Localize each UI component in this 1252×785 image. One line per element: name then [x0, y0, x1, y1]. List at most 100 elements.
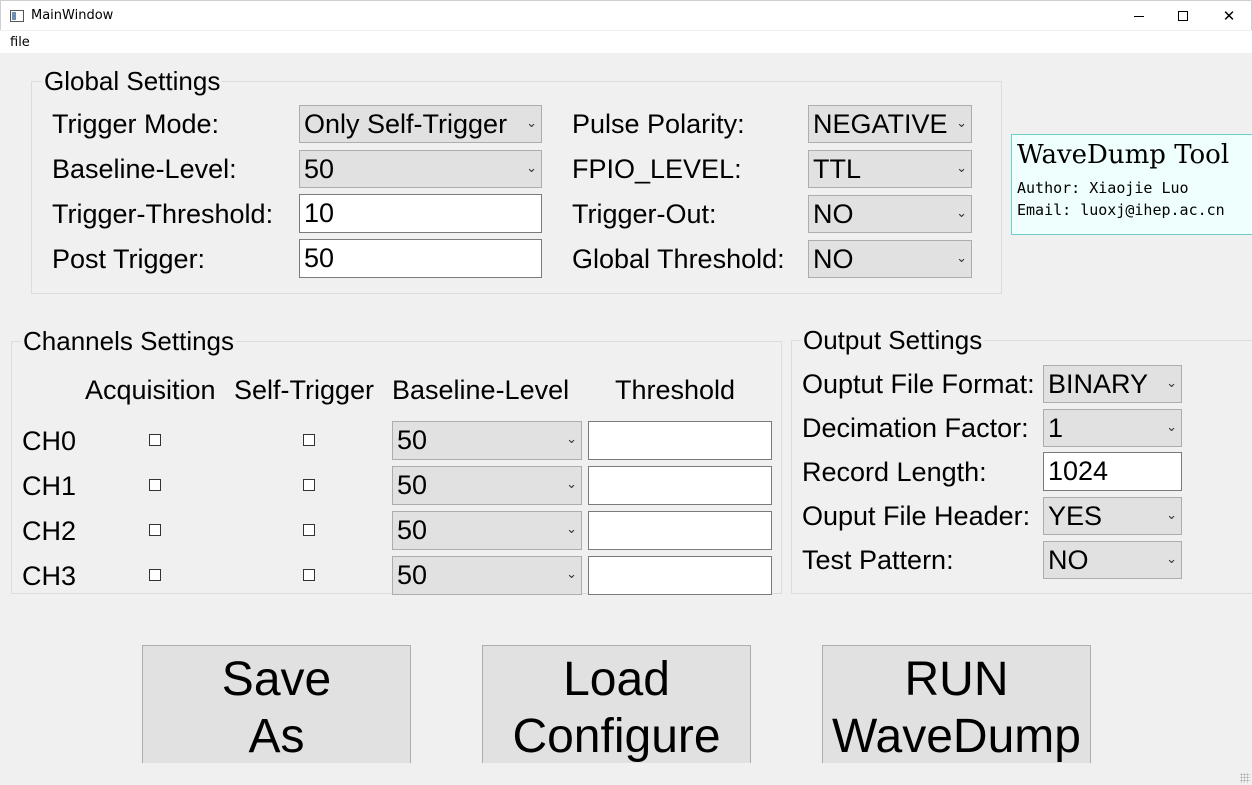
channel-name: CH1 — [22, 471, 77, 501]
column-header-baseline-level: Baseline-Level — [392, 375, 570, 405]
pulse-polarity-label: Pulse Polarity: — [572, 109, 745, 139]
ch2-baseline-select[interactable]: 50 ⌄ — [392, 511, 582, 550]
ch0-baseline-select[interactable]: 50 ⌄ — [392, 421, 582, 460]
load-configure-line1: Load — [563, 653, 670, 706]
ch3-baseline-select[interactable]: 50 ⌄ — [392, 556, 582, 595]
close-button[interactable]: ✕ — [1206, 1, 1252, 31]
load-configure-line2: Configure — [512, 710, 721, 763]
ch0-acquisition-checkbox[interactable] — [149, 434, 161, 446]
save-as-line2: As — [248, 710, 305, 763]
column-header-threshold: Threshold — [615, 375, 736, 405]
pulse-polarity-select[interactable]: NEGATIVE ⌄ — [808, 105, 972, 143]
chevron-down-icon: ⌄ — [566, 432, 577, 447]
ch1-baseline-value: 50 — [397, 470, 428, 500]
ch0-baseline-value: 50 — [397, 425, 428, 455]
output-format-select[interactable]: BINARY ⌄ — [1043, 365, 1182, 403]
app-name: WaveDump Tool — [1017, 140, 1230, 170]
resize-grip[interactable] — [1240, 773, 1250, 783]
trigger-out-select[interactable]: NO ⌄ — [808, 195, 972, 233]
fpio-level-label: FPIO_LEVEL: — [572, 154, 742, 184]
record-length-input[interactable]: 1024 — [1043, 452, 1182, 491]
trigger-mode-label: Trigger Mode: — [52, 109, 220, 139]
ch3-self-trigger-checkbox[interactable] — [303, 569, 315, 581]
chevron-down-icon: ⌄ — [566, 477, 577, 492]
ch0-threshold-input[interactable] — [588, 421, 772, 460]
ch2-threshold-input[interactable] — [588, 511, 772, 550]
ch2-baseline-value: 50 — [397, 515, 428, 545]
test-pattern-select[interactable]: NO ⌄ — [1043, 541, 1182, 579]
maximize-button[interactable] — [1160, 1, 1206, 31]
output-header-select[interactable]: YES ⌄ — [1043, 497, 1182, 535]
trigger-mode-select[interactable]: Only Self-Trigger ⌄ — [299, 105, 542, 143]
minimize-icon — [1134, 15, 1144, 17]
post-trigger-label: Post Trigger: — [52, 244, 206, 274]
channel-name: CH2 — [22, 516, 77, 546]
load-configure-button[interactable]: Load Configure — [482, 645, 751, 763]
chevron-down-icon: ⌄ — [1166, 552, 1177, 567]
chevron-down-icon: ⌄ — [956, 251, 967, 266]
run-wavedump-line2: WaveDump — [832, 710, 1081, 763]
output-header-label: Ouput File Header: — [802, 501, 1031, 531]
global-threshold-label: Global Threshold: — [572, 244, 785, 274]
output-settings-title: Output Settings — [801, 325, 985, 356]
ch1-threshold-input[interactable] — [588, 466, 772, 505]
chevron-down-icon: ⌄ — [526, 161, 537, 176]
trigger-threshold-input[interactable]: 10 — [299, 194, 542, 233]
fpio-level-select[interactable]: TTL ⌄ — [808, 150, 972, 188]
baseline-level-select[interactable]: 50 ⌄ — [299, 150, 542, 188]
chevron-down-icon: ⌄ — [956, 161, 967, 176]
global-settings-title: Global Settings — [42, 66, 223, 97]
channel-name: CH3 — [22, 561, 77, 591]
ch1-baseline-select[interactable]: 50 ⌄ — [392, 466, 582, 505]
ch3-baseline-value: 50 — [397, 560, 428, 590]
output-format-label: Ouptut File Format: — [802, 369, 1035, 399]
ch2-acquisition-checkbox[interactable] — [149, 524, 161, 536]
chevron-down-icon: ⌄ — [956, 206, 967, 221]
test-pattern-label: Test Pattern: — [802, 545, 954, 575]
maximize-icon — [1178, 11, 1188, 21]
post-trigger-input[interactable]: 50 — [299, 239, 542, 278]
minimize-button[interactable] — [1116, 1, 1162, 31]
channel-name: CH0 — [22, 426, 77, 456]
decimation-factor-select[interactable]: 1 ⌄ — [1043, 409, 1182, 447]
ch3-acquisition-checkbox[interactable] — [149, 569, 161, 581]
menu-file[interactable]: file — [10, 35, 30, 50]
decimation-factor-label: Decimation Factor: — [802, 413, 1029, 443]
ch0-self-trigger-checkbox[interactable] — [303, 434, 315, 446]
baseline-level-value: 50 — [304, 154, 335, 184]
ch3-threshold-input[interactable] — [588, 556, 772, 595]
channels-settings-title: Channels Settings — [21, 326, 237, 357]
output-format-value: BINARY — [1048, 369, 1149, 399]
email-text: Email: luoxj@ihep.ac.cn — [1017, 201, 1225, 219]
trigger-mode-value: Only Self-Trigger — [304, 109, 508, 139]
chevron-down-icon: ⌄ — [1166, 420, 1177, 435]
output-header-value: YES — [1048, 501, 1103, 531]
decimation-factor-value: 1 — [1048, 413, 1064, 443]
column-header-acquisition: Acquisition — [85, 375, 216, 405]
chevron-down-icon: ⌄ — [956, 116, 967, 131]
menu-bar: file — [0, 31, 1252, 53]
run-wavedump-button[interactable]: RUN WaveDump — [822, 645, 1091, 763]
trigger-out-label: Trigger-Out: — [572, 199, 717, 229]
save-as-button[interactable]: Save As — [142, 645, 411, 763]
ch2-self-trigger-checkbox[interactable] — [303, 524, 315, 536]
close-icon: ✕ — [1222, 7, 1236, 25]
save-as-line1: Save — [221, 653, 332, 706]
trigger-out-value: NO — [813, 199, 854, 229]
fpio-level-value: TTL — [813, 154, 862, 184]
pulse-polarity-value: NEGATIVE — [813, 109, 948, 139]
app-window-icon — [10, 10, 24, 22]
global-threshold-value: NO — [813, 244, 854, 274]
record-length-label: Record Length: — [802, 457, 987, 487]
run-wavedump-line1: RUN — [904, 653, 1009, 706]
ch1-self-trigger-checkbox[interactable] — [303, 479, 315, 491]
trigger-threshold-label: Trigger-Threshold: — [52, 199, 274, 229]
author-text: Author: Xiaojie Luo — [1017, 179, 1189, 197]
window-title: MainWindow — [31, 8, 114, 23]
column-header-self-trigger: Self-Trigger — [234, 375, 375, 405]
chevron-down-icon: ⌄ — [1166, 376, 1177, 391]
about-info-box: WaveDump Tool Author: Xiaojie Luo Email:… — [1011, 134, 1252, 235]
ch1-acquisition-checkbox[interactable] — [149, 479, 161, 491]
test-pattern-value: NO — [1048, 545, 1089, 575]
global-threshold-select[interactable]: NO ⌄ — [808, 240, 972, 278]
